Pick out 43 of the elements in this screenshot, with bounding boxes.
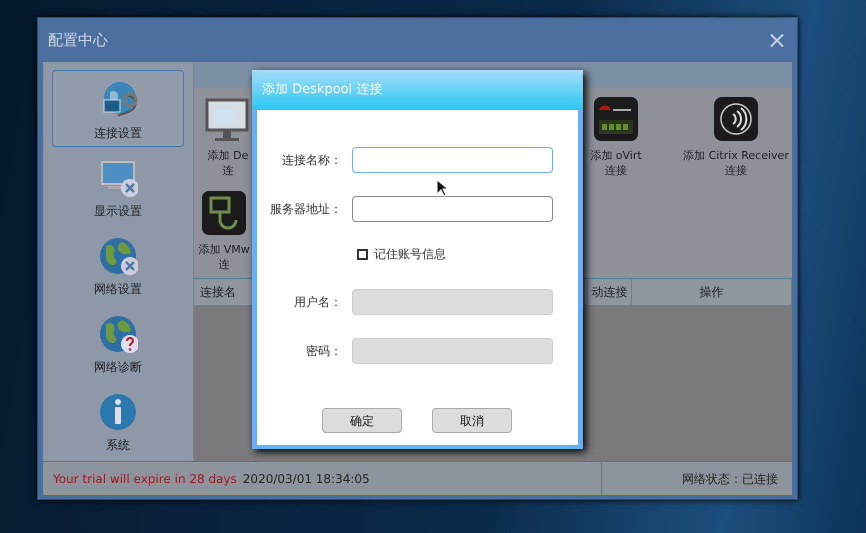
- tile-label: 连接: [725, 163, 747, 178]
- checkbox[interactable]: [357, 248, 368, 260]
- monitor-icon: [205, 96, 251, 142]
- tile-label: 连: [222, 163, 234, 178]
- input-field[interactable]: [352, 196, 553, 222]
- sidebar-item[interactable]: 显示设置: [52, 149, 184, 225]
- sidebar-item[interactable]: 系统: [52, 383, 184, 459]
- monitor-tools-icon: [98, 158, 138, 198]
- field-label: 密码：: [305, 343, 343, 360]
- info-icon: [98, 392, 138, 432]
- window-title: 配置中心: [48, 30, 108, 51]
- column-header: 动连接: [592, 284, 628, 301]
- add-connection-tile[interactable]: 添加 Citrix Receiver 连接: [676, 96, 796, 178]
- tile-label: 添加 oVirt: [590, 148, 642, 163]
- tile-label: 添加 De: [208, 148, 248, 163]
- sidebar-item[interactable]: 网络设置: [52, 227, 184, 303]
- dialog-title: 添加 Deskpool 连接: [252, 70, 583, 110]
- mouse-pointer-icon: [436, 179, 448, 197]
- column-header: 连接名: [200, 284, 236, 301]
- network-status: 网络状态：已连接: [682, 470, 778, 488]
- field-label: 连接名称：: [281, 152, 343, 169]
- tile-label: 添加 VMw: [198, 242, 250, 257]
- checkbox-label: 记住账号信息: [374, 246, 446, 263]
- close-button[interactable]: ×: [766, 28, 787, 52]
- input-field[interactable]: [352, 147, 553, 173]
- hat-logo-icon: [593, 96, 639, 142]
- field-label: 用户名：: [293, 294, 343, 311]
- trial-notice: Your trial will expire in 28 days: [52, 470, 237, 488]
- column-header: 操作: [700, 284, 724, 301]
- wireless-signal-icon: [713, 96, 759, 142]
- tile-label: 连: [218, 257, 230, 272]
- dialog-button[interactable]: 确定: [322, 408, 402, 433]
- sidebar-item[interactable]: 网络诊断: [52, 305, 184, 381]
- tile-label: 添加 Citrix Receiver: [683, 148, 789, 163]
- globe-question-icon: [98, 314, 138, 354]
- tile-label: 连接: [605, 163, 627, 178]
- globe-tools-icon: [98, 236, 138, 276]
- date-time: 2020/03/01 18:34:05: [242, 470, 371, 488]
- add-connection-tile[interactable]: 添加 De 连: [206, 96, 250, 178]
- dialog-button[interactable]: 取消: [432, 408, 512, 433]
- field-label: 服务器地址：: [269, 201, 343, 218]
- sidebar-item[interactable]: 连接设置: [52, 70, 184, 147]
- vmware-logo-icon: [201, 190, 247, 236]
